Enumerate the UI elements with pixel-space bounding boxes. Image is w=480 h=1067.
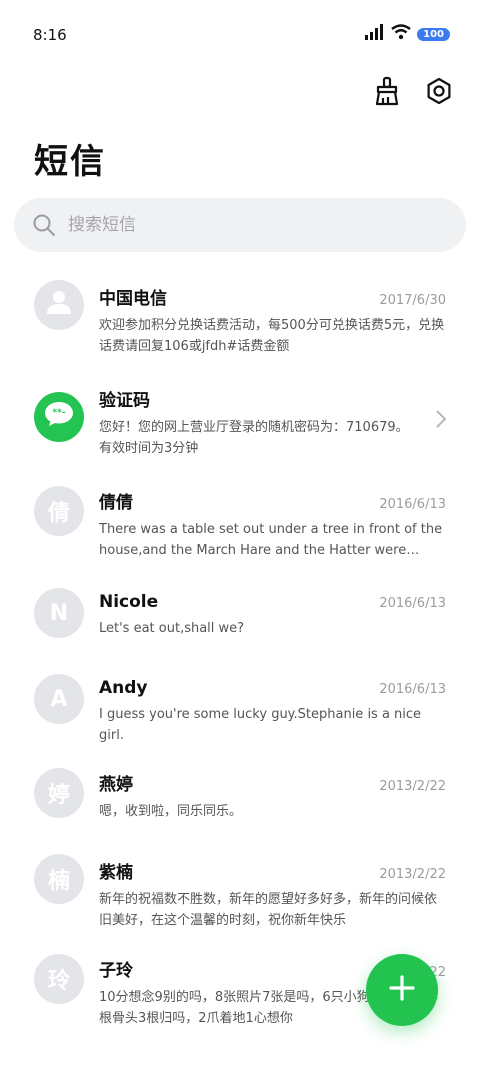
- chat-bubble-icon: **-: [43, 400, 75, 434]
- avatar: **-: [34, 392, 84, 442]
- message-preview: 新年的祝福数不胜数，新年的愿望好多好多，新年的问候依旧美好，在这个温馨的时刻，祝…: [99, 892, 438, 928]
- message-date: 2016/6/13: [379, 596, 446, 611]
- message-item[interactable]: 楠 紫楠 2013/2/22 新年的祝福数不胜数，新年的愿望好多好多，新年的问候…: [0, 844, 480, 944]
- top-toolbar: [370, 76, 456, 110]
- message-item[interactable]: 中国电信 2017/6/30 欢迎参加积分兑换话费活动，每500分可兑换话费5元…: [0, 262, 480, 366]
- message-date: 2016/6/13: [379, 682, 446, 697]
- avatar: A: [34, 674, 84, 724]
- search-input[interactable]: [66, 214, 430, 236]
- message-preview: Let's eat out,shall we?: [99, 621, 245, 636]
- avatar: 婷: [34, 768, 84, 818]
- message-item[interactable]: N Nicole 2016/6/13 Let's eat out,shall w…: [0, 570, 480, 656]
- message-list: 中国电信 2017/6/30 欢迎参加积分兑换话费活动，每500分可兑换话费5元…: [0, 262, 480, 1034]
- message-date: 2016/6/13: [379, 497, 446, 512]
- plus-icon: [388, 974, 416, 1006]
- message-sender: 倩倩: [99, 493, 133, 513]
- clean-button[interactable]: [370, 76, 404, 110]
- avatar: N: [34, 588, 84, 638]
- avatar: [34, 280, 84, 330]
- message-preview: 您好！您的网上营业厅登录的随机密码为：710679。有效时间为3分钟: [99, 420, 409, 456]
- message-sender: 紫楠: [99, 863, 133, 883]
- status-bar: 8:16 100: [0, 0, 480, 68]
- message-body: 中国电信 2017/6/30 欢迎参加积分兑换话费活动，每500分可兑换话费5元…: [99, 284, 446, 357]
- wifi-icon: [391, 24, 411, 44]
- message-body: Nicole 2016/6/13 Let's eat out,shall we?: [99, 592, 446, 639]
- message-preview: There was a table set out under a tree i…: [99, 522, 443, 558]
- new-message-button[interactable]: [366, 954, 438, 1026]
- message-item[interactable]: 倩 倩倩 2016/6/13 There was a table set out…: [0, 468, 480, 570]
- search-icon: [32, 213, 56, 237]
- message-body: 倩倩 2016/6/13 There was a table set out u…: [99, 488, 446, 561]
- message-body: Andy 2016/6/13 I guess you're some lucky…: [99, 678, 446, 746]
- signal-icon: [365, 24, 385, 44]
- battery-icon: 100: [417, 27, 450, 41]
- message-sender: 验证码: [99, 391, 150, 411]
- message-sender: 中国电信: [99, 289, 167, 309]
- message-preview: I guess you're some lucky guy.Stephanie …: [99, 707, 422, 743]
- status-icons: 100: [365, 24, 450, 44]
- message-body: 燕婷 2013/2/22 嗯，收到啦，同乐同乐。: [99, 770, 446, 822]
- chevron-right-icon: [436, 410, 446, 428]
- message-sender: 燕婷: [99, 775, 133, 795]
- avatar: 楠: [34, 854, 84, 904]
- avatar: 玲: [34, 954, 84, 1004]
- message-body: 验证码 您好！您的网上营业厅登录的随机密码为：710679。有效时间为3分钟: [99, 386, 416, 459]
- message-date: 2013/2/22: [379, 867, 446, 882]
- message-preview: 欢迎参加积分兑换话费活动，每500分可兑换话费5元，兑换话费请回复106或jfd…: [99, 318, 445, 354]
- svg-text:**-: **-: [52, 408, 65, 418]
- avatar: 倩: [34, 486, 84, 536]
- message-body: 紫楠 2013/2/22 新年的祝福数不胜数，新年的愿望好多好多，新年的问候依旧…: [99, 858, 446, 931]
- message-sender: Andy: [99, 678, 148, 698]
- broom-icon: [373, 76, 401, 110]
- message-date: 2013/2/22: [379, 779, 446, 794]
- status-time: 8:16: [33, 26, 67, 44]
- person-icon: [46, 289, 72, 321]
- search-bar[interactable]: [14, 198, 466, 252]
- message-sender: 子玲: [99, 961, 133, 981]
- settings-button[interactable]: [422, 76, 456, 110]
- message-item[interactable]: A Andy 2016/6/13 I guess you're some luc…: [0, 656, 480, 758]
- message-preview: 嗯，收到啦，同乐同乐。: [99, 804, 243, 819]
- message-date: 2017/6/30: [379, 293, 446, 308]
- gear-icon: [425, 77, 453, 109]
- page-title: 短信: [34, 142, 106, 182]
- message-item[interactable]: **- 验证码 您好！您的网上营业厅登录的随机密码为：710679。有效时间为3…: [0, 366, 480, 468]
- message-item[interactable]: 婷 燕婷 2013/2/22 嗯，收到啦，同乐同乐。: [0, 758, 480, 844]
- message-sender: Nicole: [99, 592, 159, 612]
